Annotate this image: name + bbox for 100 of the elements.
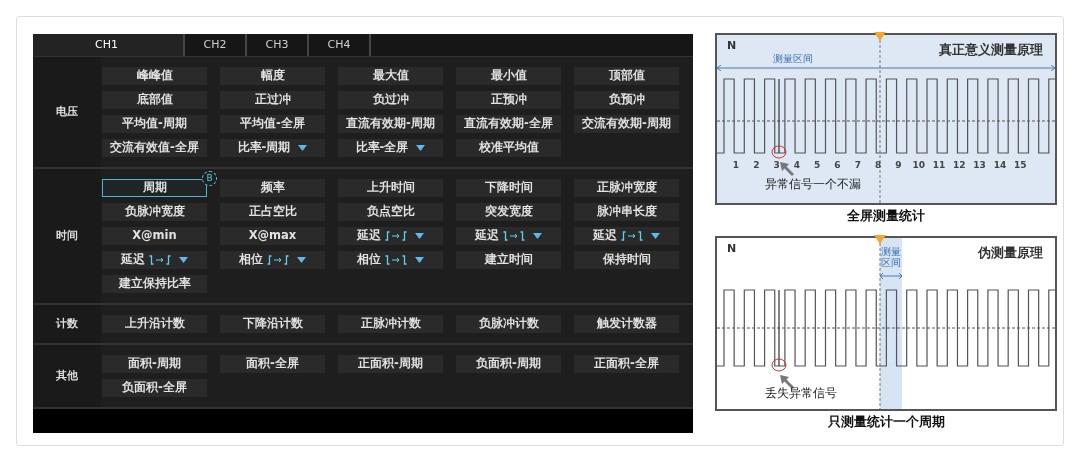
measurement-option[interactable]: 交流有效值-全屏 xyxy=(102,139,207,157)
measurement-option[interactable]: 校准平均值 xyxy=(456,139,561,157)
measurement-option[interactable]: 顶部值 xyxy=(574,67,679,85)
measurement-option[interactable]: 负过冲 xyxy=(338,91,443,109)
measurement-option[interactable]: 突发宽度 xyxy=(456,203,561,221)
measurement-option[interactable]: 负面积-周期 xyxy=(456,355,561,373)
pulse-number: 1 xyxy=(731,159,741,172)
arrow-icon xyxy=(392,257,400,263)
measurement-option[interactable]: 延迟 xyxy=(102,251,207,269)
trigger-marker-icon xyxy=(874,32,886,41)
dropdown-caret-icon xyxy=(533,233,542,239)
measurement-option[interactable]: 峰峰值 xyxy=(102,67,207,85)
pulse-number: 13 xyxy=(972,159,987,172)
measurement-option[interactable]: 比率-全屏 xyxy=(338,139,443,157)
measurement-option[interactable]: 负面积-全屏 xyxy=(102,379,207,397)
measurement-option[interactable]: 最小值 xyxy=(456,67,561,85)
arrow-icon xyxy=(510,233,518,239)
pulse-number: 11 xyxy=(932,159,946,172)
measurement-option[interactable]: 脉冲串长度 xyxy=(574,203,679,221)
pulse-number: 2 xyxy=(752,159,761,172)
measurement-option[interactable]: 幅度 xyxy=(220,67,325,85)
dropdown-caret-icon xyxy=(416,145,426,151)
pulse-number: 15 xyxy=(1013,159,1028,172)
measurement-option[interactable]: 相位 xyxy=(338,251,443,269)
measurement-option[interactable]: 直流有效期-周期 xyxy=(338,115,443,133)
measurement-option[interactable]: 保持时间 xyxy=(574,251,679,269)
measurement-option[interactable]: 上升时间 xyxy=(338,179,443,197)
measurement-option[interactable]: 正面积-周期 xyxy=(338,355,443,373)
measurement-option[interactable]: 面积-全屏 xyxy=(220,355,325,373)
measurement-option[interactable]: 比率-周期 xyxy=(220,139,325,157)
pulse-number: 5 xyxy=(813,159,822,172)
arrow-icon xyxy=(392,233,400,239)
category-label: 电压 xyxy=(56,103,78,120)
measurement-option[interactable]: 直流有效期-全屏 xyxy=(456,115,561,133)
measurement-option[interactable]: 周期 xyxy=(102,179,207,197)
corner-label: N xyxy=(727,38,737,54)
dropdown-caret-icon xyxy=(179,257,188,263)
measurement-option[interactable]: 负脉冲宽度 xyxy=(102,203,207,221)
measurement-option[interactable]: 触发计数器 xyxy=(574,315,679,333)
category-label: 计数 xyxy=(56,315,78,332)
pulse-number: 12 xyxy=(952,159,967,172)
measurement-option[interactable]: 频率 xyxy=(220,179,325,197)
pulse-number: 4 xyxy=(792,159,801,172)
glitch-marker xyxy=(771,357,787,372)
measurement-option[interactable]: 正预冲 xyxy=(456,91,561,109)
annotation-text: 丢失异常信号 xyxy=(765,384,837,402)
glitch-marker xyxy=(771,145,787,159)
diagram-caption: 只测量统计一个周期 xyxy=(827,412,945,431)
measurement-option[interactable]: 底部值 xyxy=(102,91,207,109)
measurement-option[interactable]: 延迟 xyxy=(338,227,443,245)
dropdown-caret-icon xyxy=(415,257,424,263)
dropdown-caret-icon xyxy=(297,257,306,263)
measurement-option[interactable]: 下降沿计数 xyxy=(220,315,325,333)
measurement-option[interactable]: 交流有效期-周期 xyxy=(574,115,679,133)
arrow-icon xyxy=(779,161,795,177)
pulse-number: 6 xyxy=(833,159,842,172)
diagram-caption: 全屏测量统计 xyxy=(847,207,925,225)
category-label: 其他 xyxy=(56,367,78,384)
trigger-marker-icon xyxy=(874,234,886,244)
measurement-option[interactable]: 面积-周期 xyxy=(102,355,207,373)
category-label: 时间 xyxy=(56,227,78,244)
measurement-option[interactable]: X@max xyxy=(220,227,325,245)
measurement-option[interactable]: 正过冲 xyxy=(220,91,325,109)
measurement-option[interactable]: 建立时间 xyxy=(456,251,561,269)
arrow-icon xyxy=(628,233,636,239)
measurement-option[interactable]: 正面积-全屏 xyxy=(574,355,679,373)
dropdown-caret-icon xyxy=(415,233,424,239)
measurement-option[interactable]: 正脉冲计数 xyxy=(338,315,443,333)
measurement-option[interactable]: 负预冲 xyxy=(574,91,679,109)
measurement-option[interactable]: 负点空比 xyxy=(338,203,443,221)
dropdown-caret-icon xyxy=(298,145,308,151)
measurement-option[interactable]: 延迟 xyxy=(456,227,561,245)
measurement-option[interactable]: 正脉冲宽度 xyxy=(574,179,679,197)
pulse-number: 7 xyxy=(853,159,862,172)
arrow-icon xyxy=(156,257,164,263)
annotation-text: 异常信号一个不漏 xyxy=(765,176,861,193)
pulse-number: 3 xyxy=(772,159,781,172)
channel-tab[interactable]: CH1 xyxy=(33,34,185,56)
measurement-option[interactable]: 下降时间 xyxy=(456,179,561,197)
measurement-option[interactable]: 最大值 xyxy=(338,67,443,85)
measurement-option[interactable]: X@min xyxy=(102,227,207,245)
measurement-option[interactable]: 负脉冲计数 xyxy=(456,315,561,333)
measurement-option[interactable]: 平均值-周期 xyxy=(102,115,207,133)
measurement-option[interactable]: 平均值-全屏 xyxy=(220,115,325,133)
pulse-number: 9 xyxy=(894,159,903,172)
dropdown-caret-icon xyxy=(651,233,660,239)
measurement-option[interactable]: 延迟 xyxy=(574,227,679,245)
channel-badge: B xyxy=(202,171,217,186)
pulse-number: 14 xyxy=(992,159,1007,172)
measurement-option[interactable]: 建立保持比率 xyxy=(102,275,207,293)
measurement-option[interactable]: 上升沿计数 xyxy=(102,315,207,333)
range-arrow xyxy=(880,272,902,279)
diagram-title: 真正意义测量原理 xyxy=(939,41,1043,59)
pulse-number: 8 xyxy=(873,159,883,172)
pulse-number: 10 xyxy=(911,159,926,172)
arrow-icon xyxy=(274,257,282,263)
measurement-option[interactable]: 相位 xyxy=(220,251,325,269)
corner-label: N xyxy=(727,240,737,257)
measurement-option[interactable]: 正占空比 xyxy=(220,203,325,221)
diagram-title: 伪测量原理 xyxy=(978,243,1043,262)
